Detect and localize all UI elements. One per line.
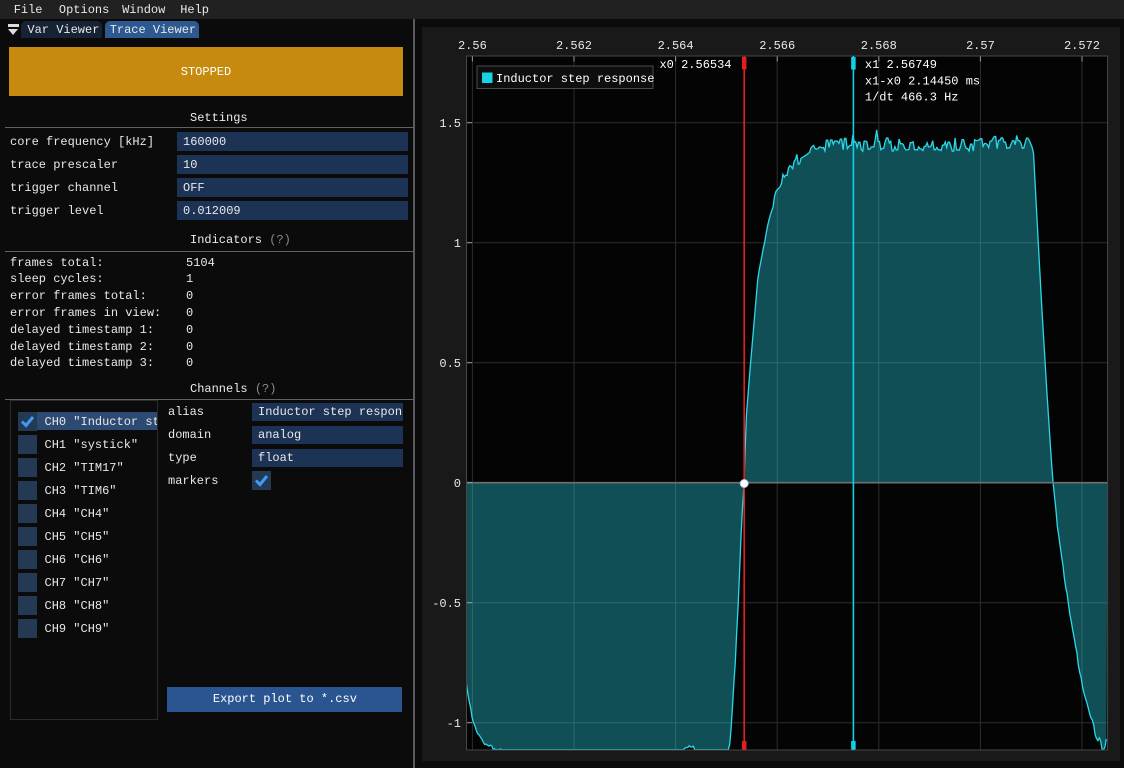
svg-text:-0.5: -0.5 xyxy=(432,597,461,611)
svg-text:1: 1 xyxy=(454,237,461,251)
svg-text:2.56: 2.56 xyxy=(458,39,487,53)
svg-text:2.57: 2.57 xyxy=(966,39,995,53)
svg-text:2.566: 2.566 xyxy=(759,39,795,53)
svg-text:2.562: 2.562 xyxy=(556,39,592,53)
svg-text:2.572: 2.572 xyxy=(1064,39,1100,53)
svg-text:2.568: 2.568 xyxy=(861,39,897,53)
svg-text:x1 2.56749: x1 2.56749 xyxy=(865,58,937,72)
svg-text:1/dt 466.3 Hz: 1/dt 466.3 Hz xyxy=(865,90,959,104)
svg-text:x0 2.56534: x0 2.56534 xyxy=(659,58,731,72)
svg-text:2.564: 2.564 xyxy=(658,39,694,53)
svg-text:0: 0 xyxy=(454,477,461,491)
svg-text:Inductor step response: Inductor step response xyxy=(496,72,654,86)
svg-text:0.5: 0.5 xyxy=(439,357,461,371)
svg-text:x1-x0 2.14450 ms: x1-x0 2.14450 ms xyxy=(865,74,980,88)
svg-text:-1: -1 xyxy=(447,717,461,731)
svg-text:1.5: 1.5 xyxy=(439,117,461,131)
